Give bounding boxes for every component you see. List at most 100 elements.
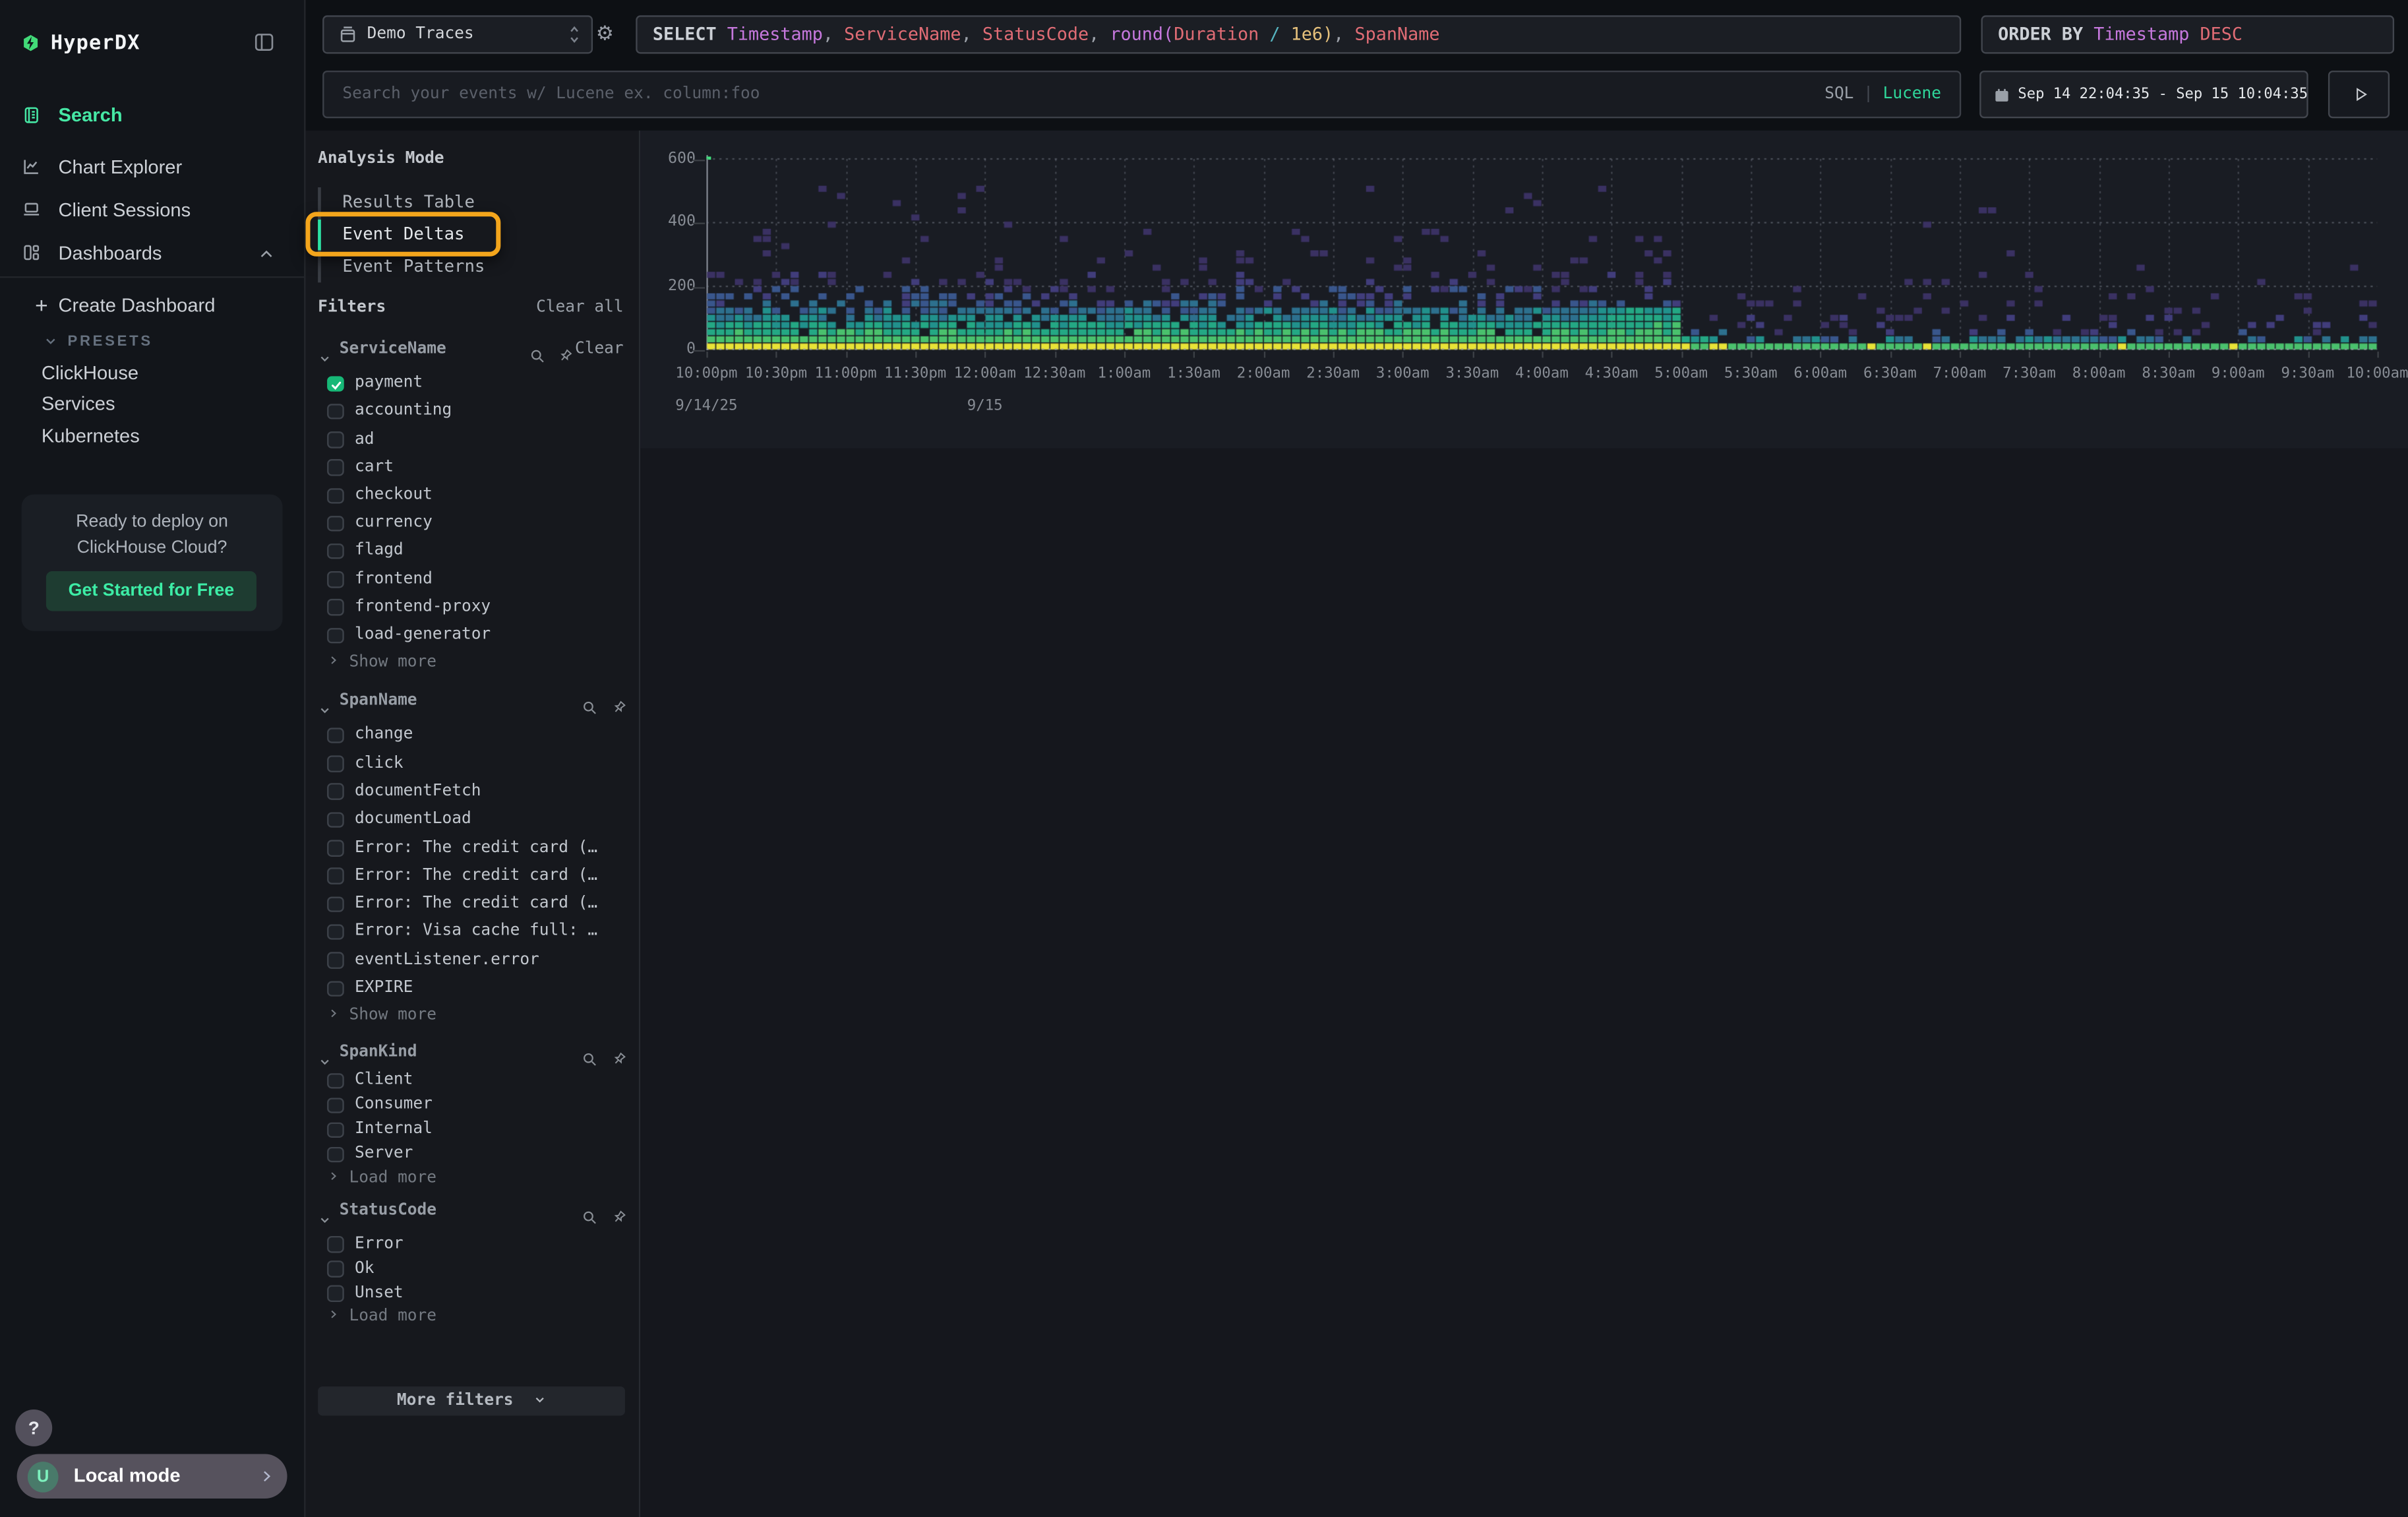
order-by-box[interactable]: ORDER BY Timestamp DESC: [1981, 15, 2395, 53]
filter-option-load-generator[interactable]: load-generator: [355, 625, 491, 643]
sidebar-item-services[interactable]: Services: [42, 393, 115, 415]
run-query-button[interactable]: [2328, 71, 2390, 118]
chevron-down-icon[interactable]: [318, 342, 332, 371]
checkbox[interactable]: [327, 1285, 343, 1301]
search-input[interactable]: Search your events w/ Lucene ex. column:…: [322, 71, 1961, 118]
filter-option-ok[interactable]: Ok: [355, 1258, 374, 1277]
filter-option-error-visa-cache-full-[interactable]: Error: Visa cache full: …: [355, 922, 597, 941]
checkbox[interactable]: [327, 980, 343, 996]
time-range-picker[interactable]: Sep 14 22:04:35 - Sep 15 10:04:35: [1979, 71, 2308, 118]
select-clause-box[interactable]: SELECT Timestamp, ServiceName, StatusCod…: [636, 15, 1961, 53]
filter-option-currency[interactable]: currency: [355, 513, 433, 532]
search-icon[interactable]: [582, 692, 597, 721]
gear-icon[interactable]: ⚙: [596, 23, 614, 46]
filter-option-checkout[interactable]: checkout: [355, 485, 433, 504]
checkbox[interactable]: [327, 812, 343, 828]
filter-option-change[interactable]: change: [355, 725, 413, 743]
checkbox[interactable]: [327, 896, 343, 912]
filter-option-server[interactable]: Server: [355, 1144, 413, 1162]
sidebar-item-search[interactable]: Search: [59, 104, 123, 126]
filter-option-error-the-credit-card-[interactable]: Error: The credit card (…: [355, 894, 597, 912]
checkbox[interactable]: [327, 840, 343, 855]
sidebar-item-chart-explorer[interactable]: Chart Explorer: [59, 156, 183, 178]
mode-sql[interactable]: SQL: [1824, 84, 1853, 103]
checkbox[interactable]: [327, 1260, 343, 1276]
checkbox[interactable]: [327, 431, 343, 447]
clear-all-button[interactable]: Clear all: [536, 298, 624, 317]
filter-option-documentload[interactable]: documentLoad: [355, 809, 471, 828]
search-icon[interactable]: [582, 1202, 597, 1231]
checkbox[interactable]: [327, 460, 343, 476]
checkbox[interactable]: [327, 924, 343, 940]
filter-option-cart[interactable]: cart: [355, 457, 394, 476]
checkbox[interactable]: [327, 1146, 343, 1162]
checkbox[interactable]: [327, 728, 343, 743]
sidebar-item-kubernetes[interactable]: Kubernetes: [42, 425, 140, 447]
filter-option-unset[interactable]: Unset: [355, 1283, 404, 1301]
checkbox[interactable]: [327, 868, 343, 884]
checkbox[interactable]: [327, 1236, 343, 1252]
filter-clear-button[interactable]: Clear: [575, 338, 624, 357]
filter-option-expire[interactable]: EXPIRE: [355, 978, 413, 997]
checkbox[interactable]: [327, 543, 343, 559]
search-icon[interactable]: [582, 1044, 597, 1073]
sidebar-item-dashboards[interactable]: Dashboards: [59, 243, 162, 264]
filter-option-ad[interactable]: ad: [355, 429, 374, 448]
filter-option-frontend[interactable]: frontend: [355, 569, 433, 588]
analysis-mode-item-event-patterns[interactable]: Event Patterns: [342, 256, 485, 276]
pin-icon[interactable]: [611, 1044, 626, 1073]
checkbox[interactable]: [327, 784, 343, 799]
checkbox[interactable]: [327, 1097, 343, 1113]
checkbox-checked[interactable]: [327, 376, 343, 392]
filter-option-consumer[interactable]: Consumer: [355, 1095, 433, 1113]
show-more-link[interactable]: Show more: [327, 1006, 436, 1024]
sidebar-item-clickhouse[interactable]: ClickHouse: [42, 362, 138, 384]
checkbox[interactable]: [327, 571, 343, 587]
filter-option-error[interactable]: Error: [355, 1233, 404, 1252]
filter-option-internal[interactable]: Internal: [355, 1119, 433, 1138]
chevron-down-icon[interactable]: [318, 1203, 332, 1232]
analysis-mode-item-results-table[interactable]: Results Table: [342, 191, 475, 211]
checkbox[interactable]: [327, 627, 343, 643]
checkbox[interactable]: [327, 952, 343, 968]
create-dashboard-button[interactable]: Create Dashboard: [59, 295, 216, 317]
filter-option-payment[interactable]: payment: [355, 373, 423, 392]
checkbox[interactable]: [327, 515, 343, 531]
filter-option-flagd[interactable]: flagd: [355, 541, 404, 559]
chevron-up-icon[interactable]: [258, 245, 275, 263]
search-icon[interactable]: [530, 340, 545, 369]
presets-toggle[interactable]: PRESETS: [67, 333, 152, 350]
show-more-link[interactable]: Load more: [327, 1169, 436, 1187]
get-started-button[interactable]: Get Started for Free: [46, 571, 256, 611]
pin-icon[interactable]: [557, 340, 572, 369]
pin-icon[interactable]: [611, 692, 626, 721]
filter-option-accounting[interactable]: accounting: [355, 401, 452, 419]
sidebar-item-client-sessions[interactable]: Client Sessions: [59, 200, 191, 222]
source-select[interactable]: Demo Traces: [322, 15, 593, 53]
filter-option-error-the-credit-card-[interactable]: Error: The credit card (…: [355, 838, 597, 856]
checkbox[interactable]: [327, 1122, 343, 1138]
help-button[interactable]: ?: [15, 1409, 52, 1446]
user-menu[interactable]: U Local mode: [17, 1454, 287, 1499]
mode-lucene[interactable]: Lucene: [1883, 84, 1941, 103]
filter-option-click[interactable]: click: [355, 753, 404, 772]
show-more-link[interactable]: Load more: [327, 1307, 436, 1326]
pin-icon[interactable]: [611, 1202, 626, 1231]
checkbox[interactable]: [327, 487, 343, 503]
more-filters-button[interactable]: More filters: [318, 1386, 625, 1415]
filter-option-client[interactable]: Client: [355, 1070, 413, 1089]
heatmap-canvas[interactable]: [706, 146, 2377, 350]
query-language-toggle[interactable]: SQL | Lucene: [1824, 72, 1941, 117]
filter-option-eventlistener-error[interactable]: eventListener.error: [355, 950, 539, 968]
chevron-down-icon[interactable]: [318, 1045, 332, 1074]
checkbox[interactable]: [327, 756, 343, 772]
sidebar-collapse-icon[interactable]: [252, 31, 276, 54]
filter-option-frontend-proxy[interactable]: frontend-proxy: [355, 597, 491, 615]
show-more-link[interactable]: Show more: [327, 652, 436, 670]
filter-option-documentfetch[interactable]: documentFetch: [355, 782, 481, 800]
checkbox[interactable]: [327, 600, 343, 615]
chevron-down-icon[interactable]: [318, 693, 332, 722]
checkbox[interactable]: [327, 1072, 343, 1088]
filter-option-error-the-credit-card-[interactable]: Error: The credit card (…: [355, 865, 597, 884]
checkbox[interactable]: [327, 404, 343, 419]
